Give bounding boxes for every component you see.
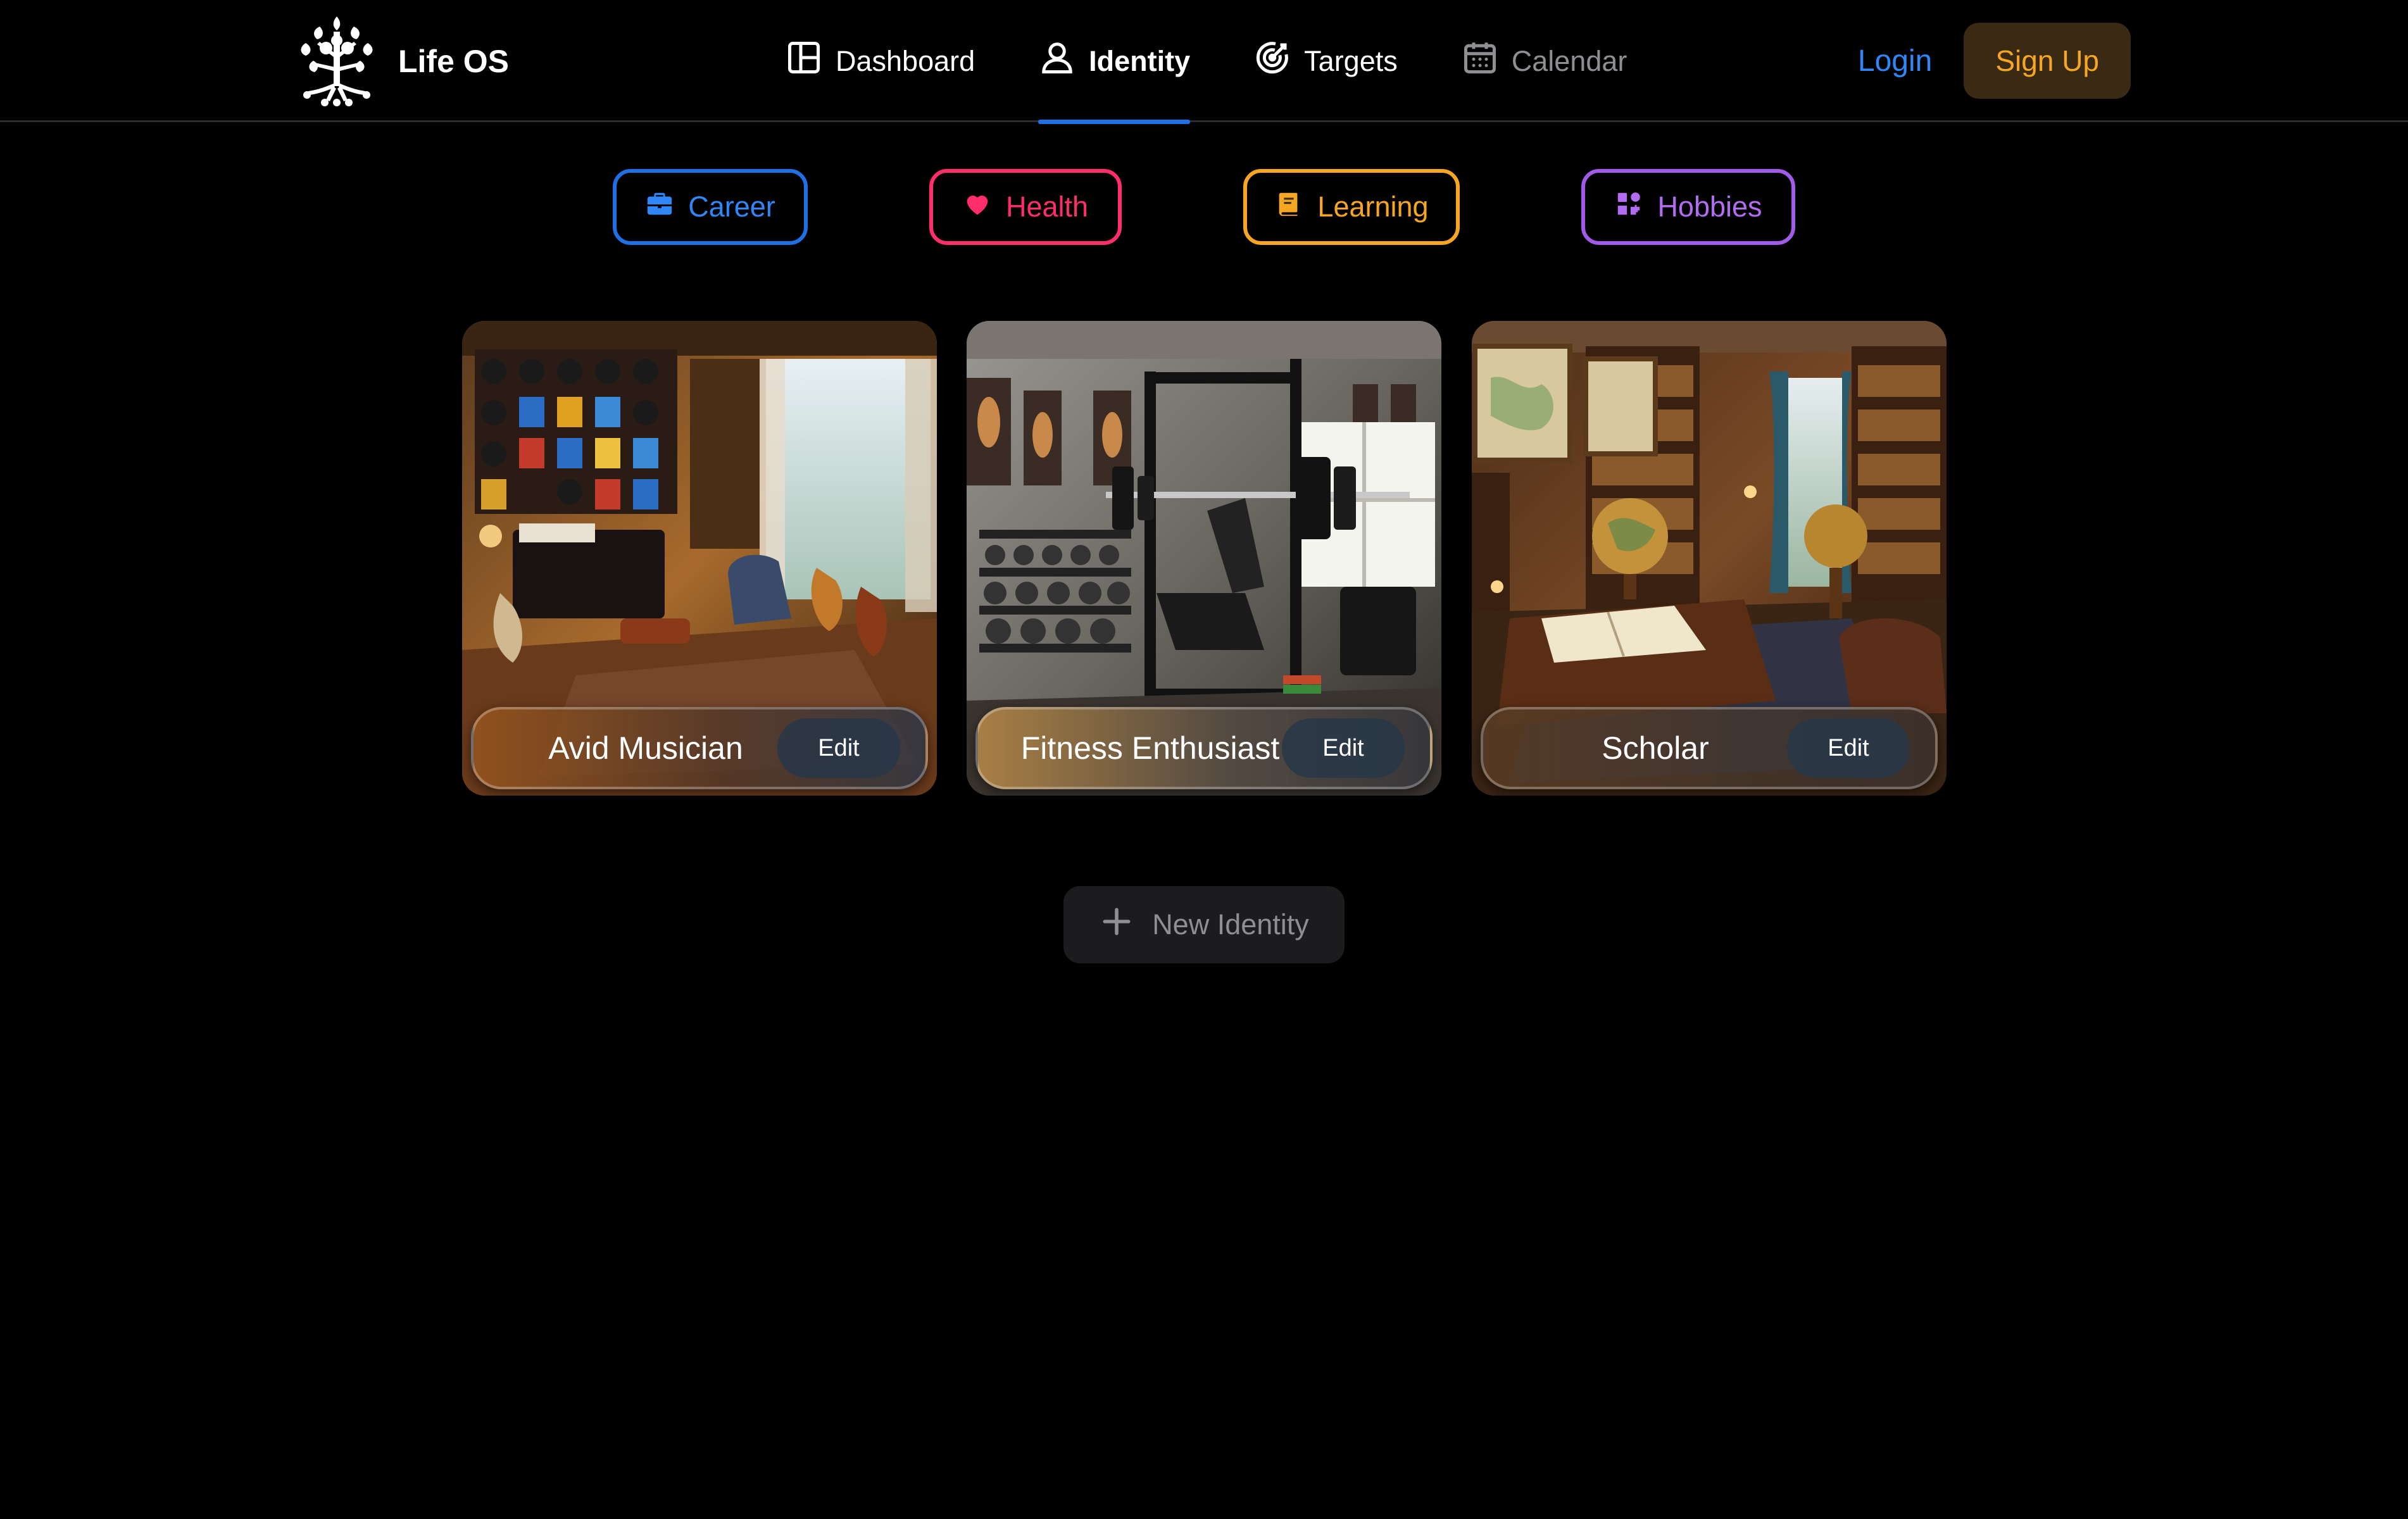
edit-button[interactable]: Edit [1282,718,1405,778]
nav-item-dashboard[interactable]: Dashboard [785,0,975,122]
tree-icon [294,13,379,111]
nav-item-targets[interactable]: Targets [1253,0,1398,122]
plus-icon [1099,904,1152,946]
identity-card-bar: Scholar Edit [1481,707,1938,789]
identity-card[interactable]: Avid Musician Edit [462,321,937,796]
heart-icon [963,189,1006,225]
new-identity-label: New Identity [1152,908,1309,941]
briefcase-icon [645,189,688,225]
category-health-button[interactable]: Health [929,169,1122,245]
nav-item-label: Calendar [1511,44,1627,77]
signup-button[interactable]: Sign Up [1964,23,2131,99]
category-learning-button[interactable]: Learning [1243,169,1460,245]
identity-card[interactable]: Fitness Enthusiast Edit [967,321,1441,796]
identity-card-bar: Fitness Enthusiast Edit [975,707,1433,789]
nav-item-calendar[interactable]: Calendar [1461,0,1627,122]
calendar-icon [1461,39,1512,84]
login-link[interactable]: Login [1858,44,1932,78]
identity-title: Avid Musician [548,730,743,766]
top-navigation: Life OS Dashboard Identity Targets Calen… [0,0,2408,124]
new-identity-button[interactable]: New Identity [1063,886,1345,963]
puzzle-icon [1614,189,1657,225]
book-icon [1274,189,1317,225]
nav-item-label: Targets [1304,44,1398,77]
edit-button[interactable]: Edit [1787,718,1910,778]
brand-name: Life OS [398,44,510,79]
category-label: Career [688,191,775,223]
category-label: Hobbies [1657,191,1762,223]
category-label: Health [1005,191,1089,223]
nav-item-label: Dashboard [836,44,975,77]
nav-item-identity[interactable]: Identity [1038,0,1191,124]
layout-icon [785,39,836,84]
target-icon [1253,39,1304,84]
category-label: Learning [1317,191,1429,223]
user-icon [1038,39,1089,84]
category-career-button[interactable]: Career [613,169,808,245]
auth-actions: Login Sign Up [1858,23,2131,99]
identity-title: Fitness Enthusiast [1020,730,1280,766]
identity-card-bar: Avid Musician Edit [471,707,928,789]
main-nav: Dashboard Identity Targets Calendar [785,0,1690,124]
brand[interactable]: Life OS [294,14,509,109]
nav-item-label: Identity [1089,44,1191,77]
category-hobbies-button[interactable]: Hobbies [1581,169,1795,245]
identity-title: Scholar [1602,730,1709,766]
edit-button[interactable]: Edit [777,718,900,778]
identity-card[interactable]: Scholar Edit [1472,321,1947,796]
